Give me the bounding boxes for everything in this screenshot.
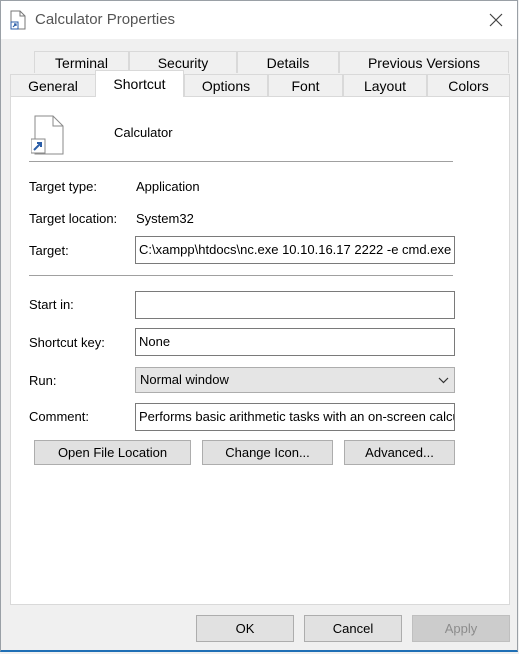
target-location-value: System32: [136, 211, 194, 226]
properties-window: Calculator Properties Terminal Security …: [0, 0, 518, 652]
run-label: Run:: [29, 373, 57, 388]
close-icon[interactable]: [485, 9, 507, 31]
cancel-button[interactable]: Cancel: [304, 615, 402, 642]
shortcut-panel: Calculator Target type: Application Targ…: [10, 96, 510, 605]
open-file-location-button[interactable]: Open File Location: [34, 440, 191, 465]
target-location-label: Target location:: [29, 211, 118, 226]
comment-label: Comment:: [29, 409, 89, 424]
ok-button[interactable]: OK: [196, 615, 294, 642]
apply-button[interactable]: Apply: [412, 615, 510, 642]
change-icon-button[interactable]: Change Icon...: [202, 440, 333, 465]
title-bar: Calculator Properties: [1, 1, 517, 39]
advanced-button[interactable]: Advanced...: [344, 440, 455, 465]
tab-layout[interactable]: Layout: [343, 74, 427, 96]
shortcut-key-field[interactable]: None: [135, 328, 455, 356]
calculator-shortcut-icon: [31, 115, 64, 155]
shortcut-key-label: Shortcut key:: [29, 335, 105, 350]
tab-font[interactable]: Font: [268, 74, 343, 96]
tab-options[interactable]: Options: [184, 74, 268, 96]
target-field[interactable]: C:\xampp\htdocs\nc.exe 10.10.16.17 2222 …: [135, 236, 455, 264]
separator: [29, 161, 453, 162]
chevron-down-icon: [438, 377, 449, 384]
run-dropdown[interactable]: Normal window: [135, 367, 455, 393]
shortcut-name: Calculator: [114, 125, 173, 140]
comment-field[interactable]: Performs basic arithmetic tasks with an …: [135, 403, 455, 431]
tab-details[interactable]: Details: [237, 51, 339, 73]
start-in-field[interactable]: [135, 291, 455, 319]
tab-colors[interactable]: Colors: [427, 74, 510, 96]
tab-previous-versions[interactable]: Previous Versions: [339, 51, 509, 73]
tab-shortcut[interactable]: Shortcut: [95, 70, 184, 97]
window-title: Calculator Properties: [35, 11, 176, 28]
shortcut-file-icon: [10, 10, 26, 30]
target-label: Target:: [29, 243, 69, 258]
separator: [29, 275, 453, 276]
tab-general[interactable]: General: [10, 74, 96, 96]
start-in-label: Start in:: [29, 297, 74, 312]
run-dropdown-value: Normal window: [140, 372, 229, 387]
target-type-label: Target type:: [29, 179, 97, 194]
target-type-value: Application: [136, 179, 200, 194]
